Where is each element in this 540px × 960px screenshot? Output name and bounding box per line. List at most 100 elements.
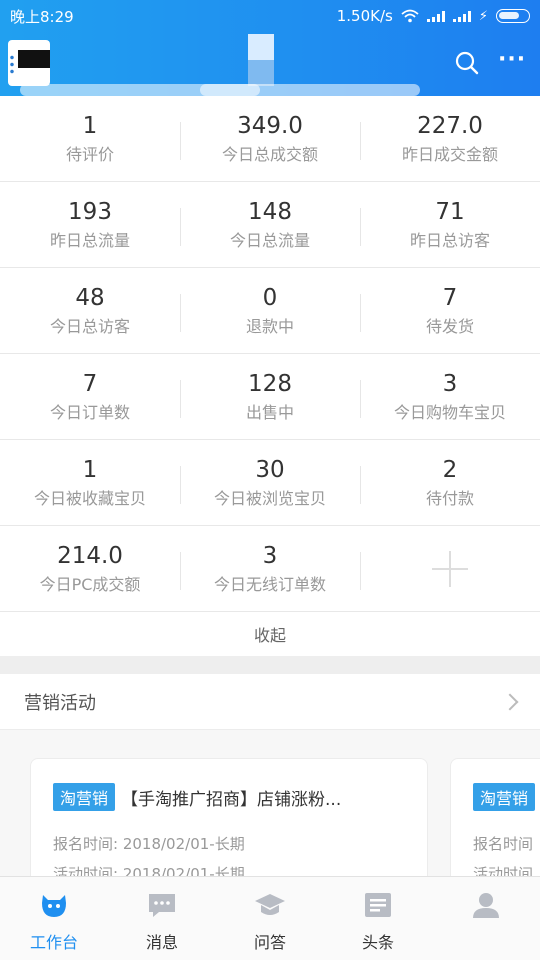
- stat-cell[interactable]: 128 出售中: [180, 354, 360, 439]
- marketing-tag: 淘营销: [53, 783, 116, 811]
- tab-workbench[interactable]: 工作台: [0, 877, 108, 960]
- collapse-button[interactable]: 收起: [0, 612, 540, 656]
- tab-headlines[interactable]: 头条: [324, 877, 432, 960]
- stat-cell[interactable]: 1 待评价: [0, 96, 180, 181]
- stat-value: 214.0: [57, 542, 123, 569]
- store-avatar[interactable]: [8, 40, 50, 86]
- stat-cell[interactable]: 30 今日被浏览宝贝: [180, 440, 360, 525]
- wifi-icon: [401, 9, 419, 23]
- stats-row: 1 今日被收藏宝贝 30 今日被浏览宝贝 2 待付款: [0, 440, 540, 526]
- stat-label: 出售中: [245, 402, 294, 422]
- workbench-icon: [42, 895, 66, 917]
- stats-row: 193 昨日总流量 148 今日总流量 71 昨日总访客: [0, 182, 540, 268]
- marketing-header[interactable]: 营销活动: [0, 674, 540, 730]
- marketing-title: 营销活动: [24, 692, 96, 714]
- stat-label: 退款中: [245, 316, 294, 336]
- battery-icon: [496, 9, 530, 23]
- message-icon: [149, 894, 175, 917]
- stat-cell[interactable]: 1 今日被收藏宝贝: [0, 440, 180, 525]
- app-header: 晚上8:29 1.50K/s ⚡ ···: [0, 0, 540, 96]
- stat-cell[interactable]: 214.0 今日PC成交额: [0, 526, 180, 611]
- stats-row: 48 今日总访客 0 退款中 7 待发货: [0, 268, 540, 354]
- stat-label: 待发货: [425, 316, 474, 336]
- stat-value: 1: [82, 112, 98, 139]
- signup-time: 报名时间: 2018/02/01-长期: [53, 835, 245, 853]
- bottom-tab-bar: 工作台 消息 问答 头条: [0, 876, 540, 960]
- section-divider: [0, 656, 540, 674]
- status-bar: 晚上8:29 1.50K/s ⚡: [0, 0, 540, 32]
- stats-row: 1 待评价 349.0 今日总成交额 227.0 昨日成交金额: [0, 96, 540, 182]
- stat-value: 0: [262, 284, 278, 311]
- tab-label: 问答: [253, 933, 286, 952]
- stat-value: 71: [435, 198, 465, 225]
- stats-row: 7 今日订单数 128 出售中 3 今日购物车宝贝: [0, 354, 540, 440]
- net-speed: 1.50K/s: [336, 7, 393, 25]
- stat-value: 349.0: [237, 112, 303, 139]
- stats-row: 214.0 今日PC成交额 3 今日无线订单数: [0, 526, 540, 612]
- marketing-carousel[interactable]: 淘营销 【手淘推广招商】店铺涨粉... 报名时间: 2018/02/01-长期 …: [0, 730, 540, 876]
- stat-label: 今日总访客: [49, 316, 130, 336]
- stats-grid: 1 待评价 349.0 今日总成交额 227.0 昨日成交金额 193 昨日总流…: [0, 96, 540, 656]
- profile-icon: [473, 893, 499, 918]
- stat-label: 昨日总访客: [409, 230, 490, 250]
- charging-icon: ⚡: [478, 8, 488, 24]
- stat-value: 7: [442, 284, 458, 311]
- stat-label: 今日订单数: [49, 402, 130, 422]
- stat-label: 今日被收藏宝贝: [33, 488, 146, 508]
- stat-value: 227.0: [417, 112, 483, 139]
- stat-cell[interactable]: 148 今日总流量: [180, 182, 360, 267]
- headlines-icon: [365, 893, 391, 917]
- stat-cell[interactable]: 7 今日订单数: [0, 354, 180, 439]
- stat-cell[interactable]: 349.0 今日总成交额: [180, 96, 360, 181]
- stat-cell[interactable]: 71 昨日总访客: [360, 182, 540, 267]
- stat-cell[interactable]: 227.0 昨日成交金额: [360, 96, 540, 181]
- tab-message[interactable]: 消息: [108, 877, 216, 960]
- tab-label: 工作台: [29, 933, 78, 952]
- signal-1-icon: [426, 10, 445, 22]
- stat-value: 48: [75, 284, 105, 311]
- stat-label: 待评价: [65, 144, 114, 164]
- plus-icon: [432, 550, 468, 587]
- marketing-card-title: 【手淘推广招商】店铺涨粉...: [121, 789, 342, 810]
- more-icon[interactable]: ···: [498, 49, 525, 76]
- marketing-card[interactable]: 淘营销 报名时间 活动时间: [450, 758, 540, 876]
- tab-qa[interactable]: 问答: [216, 877, 324, 960]
- stat-cell[interactable]: 193 昨日总流量: [0, 182, 180, 267]
- signup-time: 报名时间: [473, 835, 534, 853]
- tab-label: 头条: [361, 933, 394, 952]
- stat-value: 3: [262, 542, 278, 569]
- stat-cell[interactable]: 3 今日无线订单数: [180, 526, 360, 611]
- stat-value: 30: [255, 456, 285, 483]
- stat-value: 2: [442, 456, 458, 483]
- stat-cell[interactable]: 0 退款中: [180, 268, 360, 353]
- tab-profile[interactable]: [432, 877, 540, 960]
- stat-label: 今日总流量: [229, 230, 310, 250]
- add-stat-button[interactable]: [360, 526, 540, 611]
- stat-label: 今日PC成交额: [39, 574, 141, 594]
- marketing-tag: 淘营销: [473, 783, 536, 811]
- stat-cell[interactable]: 2 待付款: [360, 440, 540, 525]
- qa-icon: [255, 894, 285, 915]
- stat-cell[interactable]: 7 待发货: [360, 268, 540, 353]
- signal-2-icon: [452, 10, 471, 22]
- stat-value: 7: [82, 370, 98, 397]
- stat-cell[interactable]: 3 今日购物车宝贝: [360, 354, 540, 439]
- stat-value: 148: [248, 198, 292, 225]
- stat-label: 今日总成交额: [221, 144, 318, 164]
- tab-label: 消息: [145, 933, 178, 952]
- stat-label: 昨日总流量: [49, 230, 130, 250]
- search-icon[interactable]: [454, 50, 480, 76]
- stat-cell[interactable]: 48 今日总访客: [0, 268, 180, 353]
- stat-label: 今日购物车宝贝: [393, 402, 506, 422]
- blur-glow: [200, 84, 420, 96]
- activity-time: 活动时间: 2018/02/01-长期: [53, 865, 245, 876]
- stat-value: 128: [248, 370, 292, 397]
- chevron-right-icon: [501, 693, 519, 710]
- marketing-card[interactable]: 淘营销 【手淘推广招商】店铺涨粉... 报名时间: 2018/02/01-长期 …: [30, 758, 428, 876]
- stat-value: 193: [68, 198, 112, 225]
- status-time: 晚上8:29: [10, 7, 74, 26]
- stat-value: 1: [82, 456, 98, 483]
- stat-label: 今日无线订单数: [213, 574, 326, 594]
- stat-label: 昨日成交金额: [401, 144, 498, 164]
- store-name-blurred: [248, 34, 274, 86]
